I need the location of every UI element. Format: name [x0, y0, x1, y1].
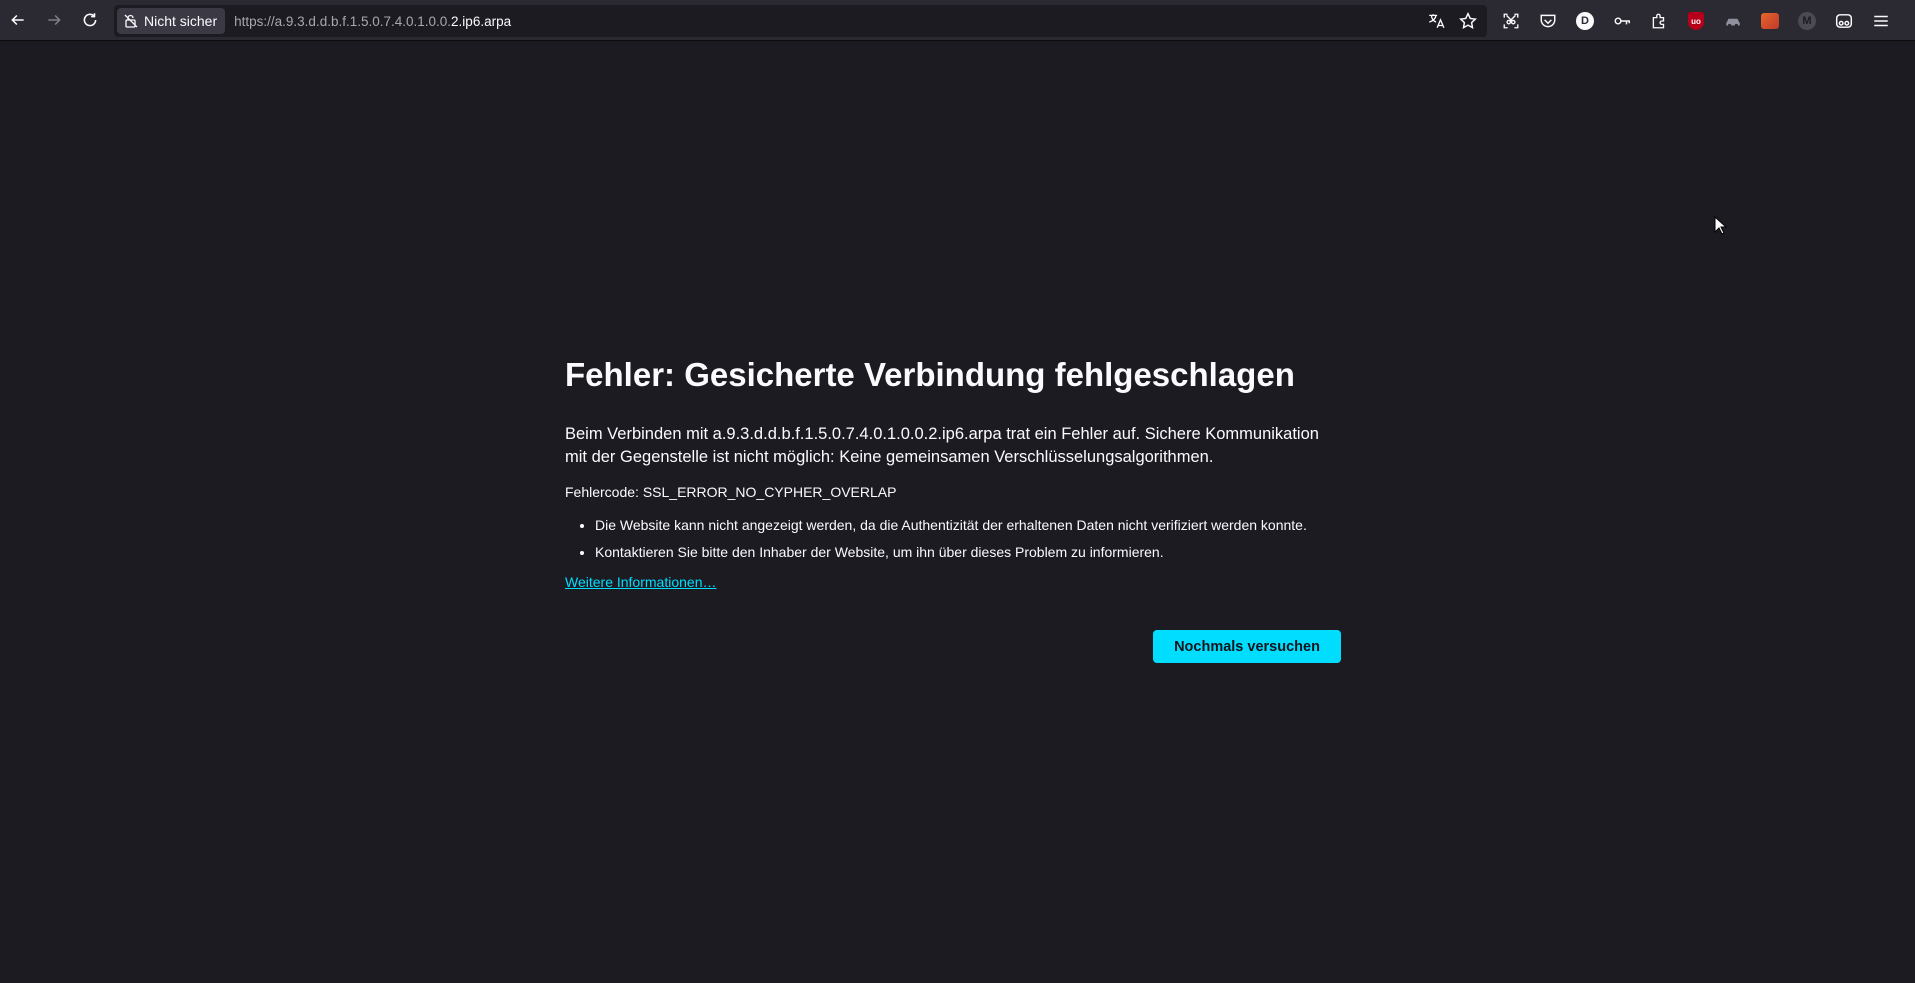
- menu-icon: [1874, 15, 1888, 27]
- mouse-cursor-icon: [1714, 216, 1728, 235]
- pocket-button[interactable]: [1530, 3, 1566, 39]
- forward-button[interactable]: [36, 2, 72, 38]
- navigation-buttons: [0, 2, 108, 38]
- button-row: Nochmals versuchen: [565, 630, 1341, 663]
- extensions-button[interactable]: [1641, 3, 1677, 39]
- bookmark-star-icon: [1459, 12, 1477, 30]
- broken-lock-icon: [124, 14, 138, 28]
- extension-car-icon: [1726, 18, 1740, 28]
- browser-toolbar: Nicht sicher https://a.9.3.d.d.b.f.1.5.0…: [0, 0, 1915, 41]
- security-label: Nicht sicher: [144, 13, 218, 29]
- app-menu-button[interactable]: [1863, 3, 1899, 39]
- more-info-link[interactable]: Weitere Informationen…: [565, 574, 716, 590]
- list-item: Die Website kann nicht angezeigt werden,…: [595, 515, 1341, 535]
- extensions-area: D uo M: [1493, 3, 1899, 39]
- m-extension-button[interactable]: M: [1789, 3, 1825, 39]
- ublock-extension-button[interactable]: uo: [1678, 3, 1714, 39]
- site-security-indicator[interactable]: Nicht sicher: [117, 8, 226, 34]
- reload-button[interactable]: [72, 2, 108, 38]
- extensions-icon: [1652, 13, 1665, 29]
- pocket-icon: [1540, 14, 1556, 28]
- error-code: Fehlercode: SSL_ERROR_NO_CYPHER_OVERLAP: [565, 484, 897, 500]
- forward-icon: [48, 14, 61, 26]
- reload-icon: [83, 13, 97, 27]
- screenshot-icon: [1503, 13, 1519, 29]
- url-host: 2.ip6.arpa: [451, 13, 512, 29]
- car-extension-button[interactable]: [1715, 3, 1751, 39]
- url-bar[interactable]: Nicht sicher https://a.9.3.d.d.b.f.1.5.0…: [114, 5, 1487, 37]
- url-text[interactable]: https://a.9.3.d.d.b.f.1.5.0.7.4.0.1.0.0.…: [234, 14, 511, 29]
- password-manager-button[interactable]: [1604, 3, 1640, 39]
- extension-m-icon: M: [1798, 12, 1816, 30]
- bookmark-button[interactable]: [1453, 6, 1483, 36]
- back-icon: [11, 14, 24, 26]
- back-button[interactable]: [0, 2, 36, 38]
- extension-glasses-icon: [1835, 14, 1853, 28]
- ublock-icon: uo: [1688, 12, 1704, 30]
- dashlane-icon: D: [1576, 12, 1594, 30]
- error-title: Fehler: Gesicherte Verbindung fehlgeschl…: [565, 356, 1295, 393]
- glasses-extension-button[interactable]: [1826, 3, 1862, 39]
- url-actions: [1421, 5, 1483, 37]
- translate-icon: [1429, 14, 1445, 29]
- translate-button[interactable]: [1421, 6, 1451, 36]
- dashlane-extension-button[interactable]: D: [1567, 3, 1603, 39]
- error-page: Fehler: Gesicherte Verbindung fehlgeschl…: [565, 354, 1341, 663]
- error-hints: Die Website kann nicht angezeigt werden,…: [565, 515, 1341, 562]
- list-item: Kontaktieren Sie bitte den Inhaber der W…: [595, 542, 1341, 562]
- screenshot-button[interactable]: [1493, 3, 1529, 39]
- url-prefix: https://a.9.3.d.d.b.f.1.5.0.7.4.0.1.0.0.: [234, 13, 452, 29]
- retry-button[interactable]: Nochmals versuchen: [1153, 630, 1341, 663]
- fox-extension-button[interactable]: [1752, 3, 1788, 39]
- password-key-icon: [1614, 17, 1631, 25]
- error-description: Beim Verbinden mit a.9.3.d.d.b.f.1.5.0.7…: [565, 425, 1319, 466]
- extension-fox-icon: [1761, 13, 1779, 29]
